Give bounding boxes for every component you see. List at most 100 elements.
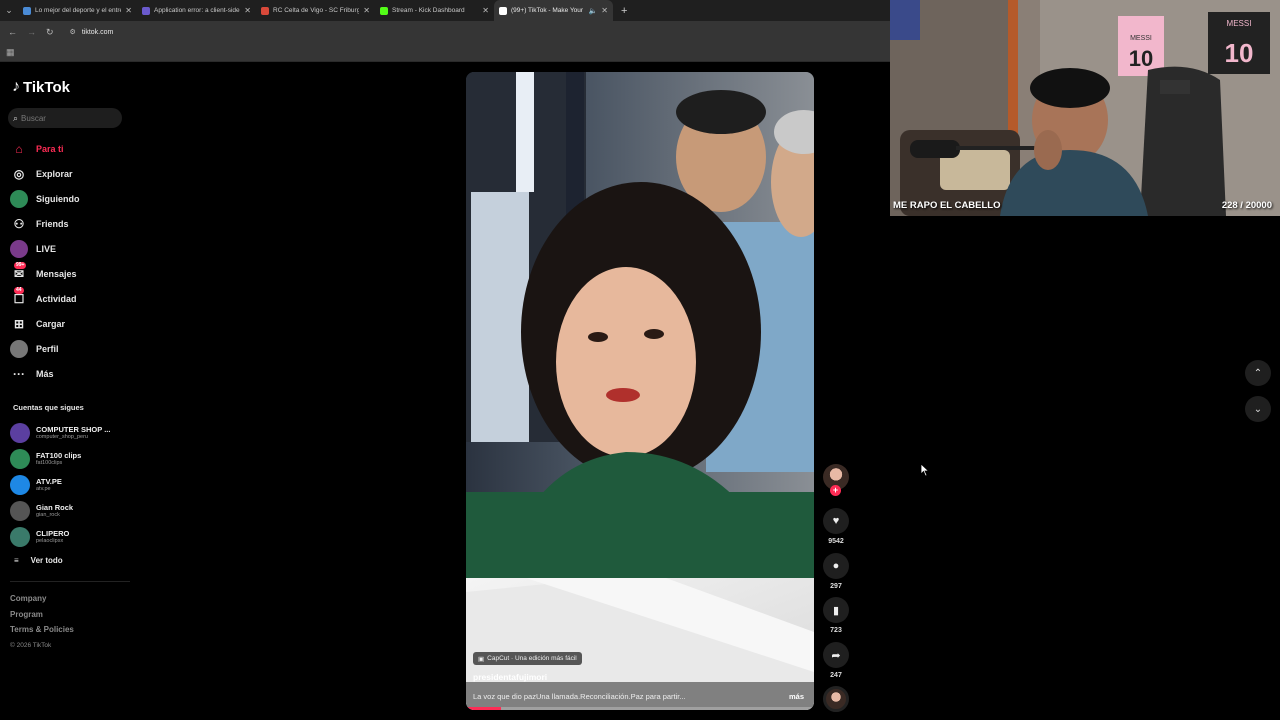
browser-tab[interactable]: Lo mejor del deporte y el entre ✕ — [18, 0, 137, 21]
browser-tab[interactable]: Application error: a client-side ✕ — [137, 0, 256, 21]
forward-icon[interactable]: → — [27, 27, 36, 37]
following-item[interactable]: ATV.PE atv.pe — [10, 472, 110, 498]
apps-icon[interactable]: ▦ — [6, 47, 15, 58]
tab-audio-icon[interactable]: 🔈 — [589, 7, 598, 15]
nav-label: Cargar — [36, 318, 66, 329]
activity-icon: ☐ 44 — [13, 286, 25, 306]
footer-program[interactable]: Program — [10, 607, 74, 623]
account-avatar — [10, 449, 30, 469]
capcut-tag[interactable]: ▣ CapCut · Una edición más fácil — [473, 652, 582, 665]
tab-favicon-icon — [261, 6, 269, 15]
account-info: Gian Rock gian_rock — [36, 503, 73, 519]
following-title: Cuentas que sigues — [13, 403, 84, 412]
nav-item[interactable]: Siguiendo — [10, 186, 80, 211]
next-video-button[interactable]: ⌄ — [1245, 396, 1271, 422]
compass-icon: ◎ — [13, 166, 25, 181]
tab-favicon-icon — [499, 6, 507, 15]
url-text: tiktok.com — [81, 28, 114, 36]
browser-tab[interactable]: Stream - Kick Dashboard ✕ — [375, 0, 494, 21]
share-icon[interactable]: ➦ — [823, 642, 849, 668]
new-tab-button[interactable]: + — [613, 5, 627, 17]
tiktok-note-icon: ♪ — [12, 78, 20, 95]
nav-item[interactable]: ··· Más — [10, 361, 80, 386]
video-username[interactable]: presidentafujimori — [473, 672, 547, 682]
following-item[interactable]: COMPUTER SHOP ... computer_shop_peru — [10, 420, 110, 446]
heart-icon[interactable]: ♥ — [823, 508, 849, 534]
footer-company[interactable]: Company — [10, 591, 74, 607]
live-avatar-icon — [10, 239, 28, 258]
tab-close-icon[interactable]: ✕ — [482, 6, 489, 15]
capcut-icon: ▣ — [478, 655, 485, 663]
account-info: CLIPERO pelaoclipsx — [36, 528, 70, 545]
omnibox[interactable]: ⚙ tiktok.com — [64, 24, 120, 40]
account-username: gian_rock — [36, 512, 60, 519]
bookmarks-bar: ▦ — [0, 43, 890, 62]
following-item[interactable]: Gian Rock gian_rock — [10, 498, 110, 524]
tab-label: RC Celta de Vigo - SC Friburgo — [273, 7, 360, 14]
nav-label: Más — [36, 368, 54, 379]
nav-item[interactable]: ⌂ Para ti — [10, 136, 80, 161]
back-icon[interactable]: ← — [8, 27, 17, 37]
browser-tab[interactable]: RC Celta de Vigo - SC Friburgo ✕ — [256, 0, 375, 21]
tab-search-icon[interactable]: ⌄ — [0, 0, 18, 21]
search-input[interactable]: ⌕ Buscar — [8, 108, 122, 128]
tab-favicon-icon — [380, 6, 388, 15]
nav-item[interactable]: Perfil — [10, 336, 80, 361]
tab-label: Lo mejor del deporte y el entre — [35, 7, 122, 14]
account-avatar — [10, 423, 30, 443]
tiktok-logo[interactable]: ♪ TikTok — [12, 78, 70, 96]
reload-icon[interactable]: ↻ — [46, 27, 54, 38]
tab-close-icon[interactable]: ✕ — [363, 6, 370, 15]
share-action: ➦ 247 — [822, 642, 850, 679]
nav-item[interactable]: ☐ 44 Actividad — [10, 286, 80, 311]
webcam-overlay: MESSI 10 MESSI 10 ME RAPO EL CABELLO 228… — [890, 0, 1280, 216]
video-progress-bar[interactable] — [466, 707, 814, 710]
bookmark-icon[interactable]: ▮ — [823, 597, 849, 623]
tab-favicon-icon — [23, 6, 31, 15]
comment-action: ● 297 — [822, 553, 850, 590]
chevron-up-icon: ⌃ — [1253, 367, 1263, 379]
site-info-icon[interactable]: ⚙ — [70, 28, 76, 36]
video-description: La voz que dio pazUna llamada.Reconcilia… — [473, 692, 686, 701]
profile-avatar-icon — [10, 339, 28, 358]
tab-favicon-icon — [142, 6, 150, 15]
share-count: 247 — [830, 672, 842, 679]
brand-name: TikTok — [23, 78, 70, 96]
tab-close-icon[interactable]: ✕ — [601, 6, 608, 15]
following-item[interactable]: FAT100 clips fat100clips — [10, 446, 110, 472]
video-player[interactable]: ▣ CapCut · Una edición más fácil preside… — [466, 72, 814, 710]
notification-badge: 99+ — [14, 261, 27, 269]
music-disc-avatar[interactable] — [823, 686, 849, 712]
home-icon: ⌂ — [15, 141, 23, 156]
nav-item[interactable]: ✉ 99+ Mensajes — [10, 261, 80, 286]
account-name: CLIPERO — [36, 528, 70, 538]
friends-icon: ⚇ — [13, 216, 25, 231]
nav-label: Para ti — [36, 143, 64, 154]
tab-close-icon[interactable]: ✕ — [244, 6, 251, 15]
account-name: FAT100 clips — [36, 450, 82, 460]
account-avatar — [10, 475, 30, 495]
nav-label: Explorar — [36, 168, 73, 179]
tab-label: (99+) TikTok - Make Your Da — [511, 7, 585, 14]
following-avatar-icon — [10, 189, 28, 208]
nav-item[interactable]: ⊞ Cargar — [10, 311, 80, 336]
tab-close-icon[interactable]: ✕ — [125, 6, 132, 15]
poster-text: MESSI — [1130, 35, 1152, 42]
footer-terms[interactable]: Terms & Policies — [10, 622, 74, 638]
follow-plus-icon[interactable]: + — [830, 485, 841, 496]
nav-item[interactable]: LIVE — [10, 236, 80, 261]
account-username: pelaoclipsx — [36, 538, 64, 545]
previous-video-button[interactable]: ⌃ — [1245, 360, 1271, 386]
tab-label: Stream - Kick Dashboard — [392, 7, 465, 14]
divider — [10, 581, 130, 582]
comment-icon[interactable]: ● — [823, 553, 849, 579]
following-item[interactable]: CLIPERO pelaoclipsx — [10, 524, 110, 550]
see-all-button[interactable]: ≡ Ver todo — [14, 556, 63, 565]
account-info: ATV.PE atv.pe — [36, 477, 62, 492]
more-button[interactable]: más — [789, 692, 804, 701]
browser-tab[interactable]: (99+) TikTok - Make Your Da 🔈✕ — [494, 0, 613, 21]
nav-item[interactable]: ⚇ Friends — [10, 211, 80, 236]
tab-label: Application error: a client-side — [154, 7, 240, 14]
nav-label: Mensajes — [36, 268, 77, 279]
nav-item[interactable]: ◎ Explorar — [10, 161, 80, 186]
